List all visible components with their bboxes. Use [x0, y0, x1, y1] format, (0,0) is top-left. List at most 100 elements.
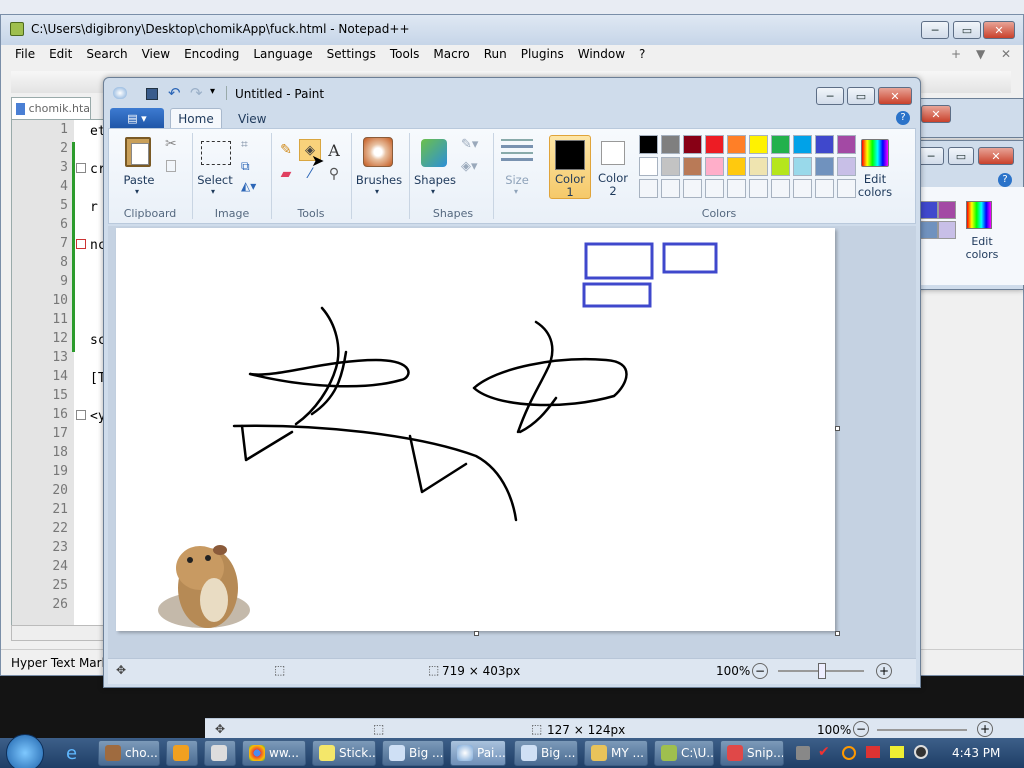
menu-view[interactable]: View — [142, 47, 170, 65]
menu-plugins[interactable]: Plugins — [521, 47, 564, 65]
palette-swatch[interactable] — [749, 157, 768, 176]
tray-icon[interactable] — [842, 746, 856, 760]
tray-icon[interactable] — [866, 746, 880, 758]
copy-icon[interactable] — [166, 160, 176, 172]
menu-tools[interactable]: Tools — [390, 47, 420, 65]
palette-empty-swatch[interactable] — [661, 179, 680, 198]
menu-file[interactable]: File — [15, 47, 35, 65]
color1-button[interactable]: Color 1 — [549, 135, 591, 199]
edit-colors-icon[interactable] — [861, 139, 889, 167]
palette-empty-swatch[interactable] — [749, 179, 768, 198]
taskbar-item[interactable]: Stick... — [312, 740, 376, 766]
palette-swatch[interactable] — [793, 135, 812, 154]
palette-swatch[interactable] — [749, 135, 768, 154]
taskbar-item[interactable]: Snip... — [720, 740, 784, 766]
zoom-slider-thumb[interactable] — [818, 663, 826, 679]
back-paint-minimize-button[interactable]: ─ — [918, 147, 944, 165]
text-icon[interactable]: A — [323, 139, 345, 161]
eraser-icon[interactable]: ▰ — [275, 163, 297, 185]
palette-swatch[interactable] — [639, 157, 658, 176]
canvas-resize-handle[interactable] — [835, 426, 840, 431]
size-dropdown-icon[interactable]: ▾ — [514, 187, 518, 196]
back-zoom-out-button[interactable]: − — [853, 721, 869, 737]
brushes-icon[interactable] — [363, 137, 393, 167]
notepad-hscrollbar[interactable] — [11, 625, 105, 641]
palette-empty-swatch[interactable] — [639, 179, 658, 198]
fold-marker[interactable] — [76, 163, 86, 173]
palette-swatch[interactable] — [661, 135, 680, 154]
select-icon[interactable] — [201, 141, 231, 165]
paste-dropdown-icon[interactable]: ▾ — [135, 187, 139, 196]
palette-swatch[interactable] — [793, 157, 812, 176]
taskbar-item[interactable] — [166, 740, 198, 766]
select-dropdown-icon[interactable]: ▾ — [211, 187, 215, 196]
notepad-close-button[interactable]: ✕ — [983, 21, 1015, 39]
notepad-close-doc-button[interactable]: ✕ — [1001, 47, 1011, 61]
menu-encoding[interactable]: Encoding — [184, 47, 239, 65]
paint-file-menu-button[interactable]: ▤ ▾ — [110, 108, 164, 128]
paint-canvas[interactable] — [116, 228, 835, 631]
size-button[interactable]: Size — [497, 173, 537, 187]
select-button[interactable]: Select — [195, 173, 235, 187]
internet-explorer-icon[interactable]: e — [66, 744, 86, 764]
back-edit-colors-label[interactable]: Edit colors — [960, 235, 1004, 261]
menu-help[interactable]: ? — [639, 47, 645, 65]
notepad-tablist-button[interactable]: ▼ — [976, 47, 985, 61]
zoom-in-button[interactable]: + — [876, 663, 892, 679]
color2-button[interactable]: Color 2 — [593, 135, 635, 199]
taskbar-item[interactable]: Big ... — [382, 740, 444, 766]
menu-language[interactable]: Language — [253, 47, 312, 65]
shapes-button[interactable]: Shapes — [413, 173, 457, 187]
magnifier-icon[interactable]: ⚲ — [323, 163, 345, 185]
crop-icon[interactable]: ⌗ — [241, 137, 248, 152]
back-help-icon[interactable]: ? — [998, 173, 1012, 187]
notepad-maximize-button[interactable]: ▭ — [953, 21, 981, 39]
palette-swatch[interactable] — [683, 157, 702, 176]
tray-icon[interactable]: ✔ — [818, 744, 830, 760]
taskbar-item[interactable]: ww... — [242, 740, 306, 766]
back-edit-colors-icon[interactable] — [966, 201, 992, 229]
menu-settings[interactable]: Settings — [327, 47, 376, 65]
palette-swatch[interactable] — [683, 135, 702, 154]
paint-minimize-button[interactable]: ─ — [816, 87, 844, 105]
cut-icon[interactable]: ✂ — [165, 136, 177, 152]
notepad-editor[interactable]: 1 2 3 4 5 6 7 8 9 10 11 12 13 14 15 16 17 18 19 20 21 22 23 24 2… — [11, 119, 106, 640]
zoom-out-button[interactable]: − — [752, 663, 768, 679]
palette-empty-swatch[interactable] — [815, 179, 834, 198]
fold-marker[interactable] — [76, 410, 86, 420]
pencil-icon[interactable]: ✎ — [275, 139, 297, 161]
start-button[interactable] — [6, 734, 44, 768]
brushes-dropdown-icon[interactable]: ▾ — [375, 187, 379, 196]
back-window-close-button[interactable]: ✕ — [921, 105, 951, 123]
taskbar-item[interactable] — [204, 740, 236, 766]
back-zoom-in-button[interactable]: + — [977, 721, 993, 737]
edit-colors-button[interactable]: Edit colors — [851, 173, 899, 199]
taskbar-item[interactable]: C:\U... — [654, 740, 714, 766]
clock[interactable]: 4:43 PM — [952, 746, 1000, 760]
taskbar-item[interactable]: MY ... — [584, 740, 648, 766]
palette-empty-swatch[interactable] — [727, 179, 746, 198]
notepad-new-tab-button[interactable]: + — [951, 47, 961, 61]
outline-icon[interactable]: ✎▾ — [461, 137, 478, 152]
paste-button[interactable]: Paste — [121, 173, 157, 187]
fill-shape-icon[interactable]: ◈▾ — [461, 159, 478, 174]
taskbar-item[interactable]: cho... — [98, 740, 160, 766]
palette-swatch[interactable] — [771, 135, 790, 154]
palette-empty-swatch[interactable] — [793, 179, 812, 198]
menu-run[interactable]: Run — [484, 47, 507, 65]
back-zoom-slider[interactable] — [877, 729, 967, 731]
shapes-icon[interactable] — [421, 139, 447, 167]
palette-swatch[interactable] — [815, 157, 834, 176]
paint-maximize-button[interactable]: ▭ — [847, 87, 875, 105]
palette-empty-swatch[interactable] — [705, 179, 724, 198]
back-paint-close-button[interactable]: ✕ — [978, 147, 1014, 165]
canvas-resize-handle[interactable] — [474, 631, 479, 636]
tab-home[interactable]: Home — [170, 108, 222, 129]
taskbar-item[interactable]: Big ... — [514, 740, 578, 766]
brushes-button[interactable]: Brushes — [355, 173, 403, 187]
notepad-tab[interactable]: chomik.hta — [11, 97, 91, 119]
help-icon[interactable]: ? — [896, 111, 910, 125]
paint-close-button[interactable]: ✕ — [878, 87, 912, 105]
tab-view[interactable]: View — [238, 112, 266, 126]
tray-icon[interactable] — [890, 746, 904, 758]
